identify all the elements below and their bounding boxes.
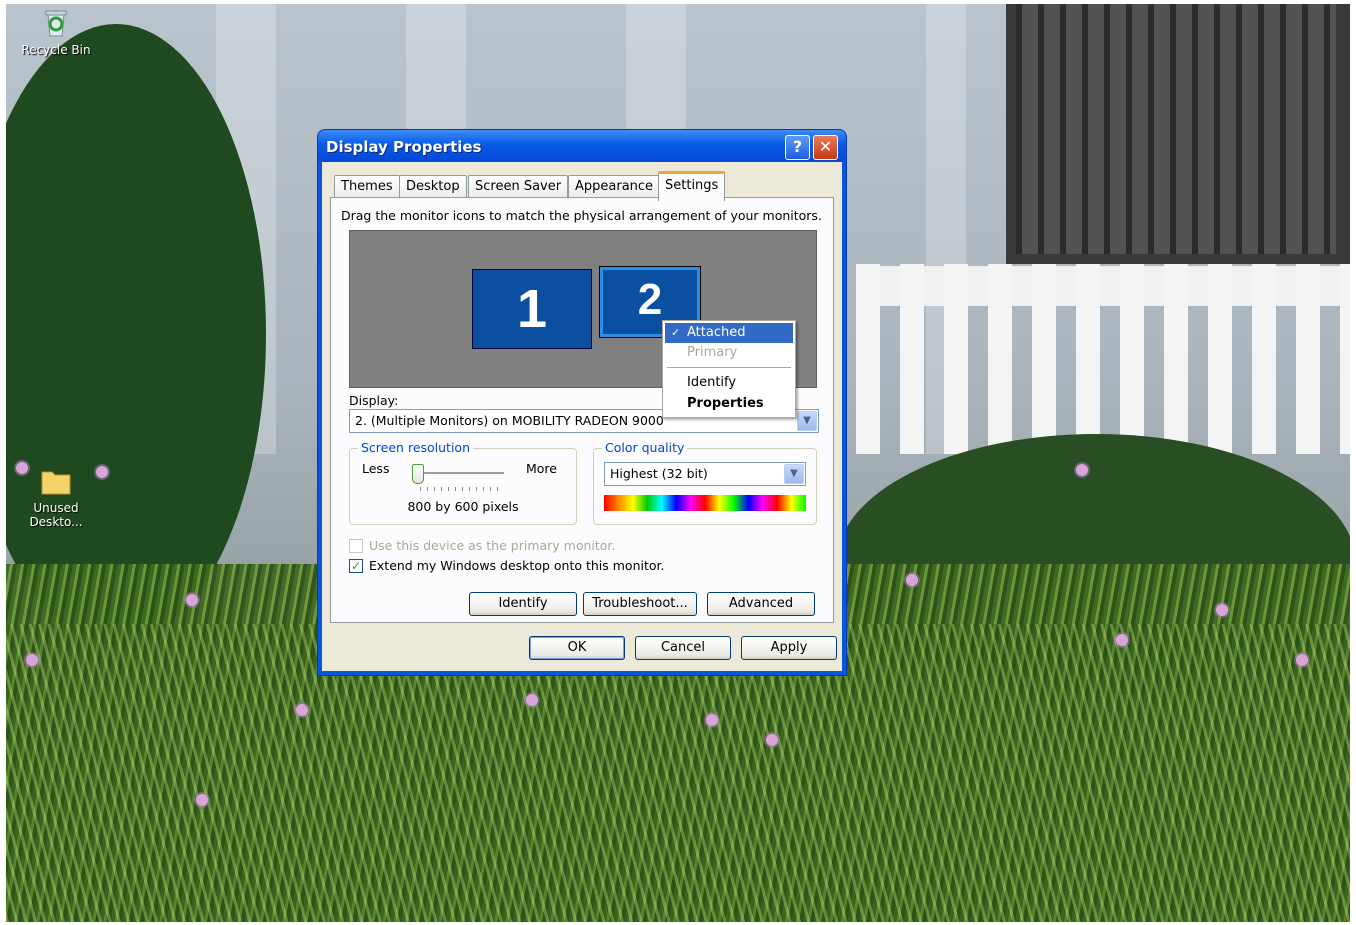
flower bbox=[766, 734, 778, 746]
monitor-1[interactable]: 1 bbox=[472, 269, 592, 349]
resolution-slider-track[interactable] bbox=[412, 472, 504, 475]
flower bbox=[1076, 464, 1088, 476]
flower bbox=[196, 794, 208, 806]
extend-desktop-label: Extend my Windows desktop onto this moni… bbox=[369, 558, 665, 573]
help-button[interactable]: ? bbox=[785, 135, 810, 160]
flower bbox=[296, 704, 308, 716]
checkmark-icon: ✓ bbox=[350, 559, 362, 573]
flower bbox=[1296, 654, 1308, 666]
desktop-icon-recycle-bin[interactable]: Recycle Bin bbox=[16, 6, 96, 57]
flower bbox=[1216, 604, 1228, 616]
flower bbox=[1116, 634, 1128, 646]
color-quality-value: Highest (32 bit) bbox=[610, 466, 708, 481]
menu-item-identify[interactable]: Identify bbox=[665, 373, 793, 393]
flower bbox=[906, 574, 918, 586]
apply-button[interactable]: Apply bbox=[741, 636, 837, 660]
advanced-button[interactable]: Advanced bbox=[707, 592, 815, 616]
monitor-context-menu: ✓ Attached Primary Identify Properties bbox=[662, 320, 796, 418]
tab-appearance[interactable]: Appearance bbox=[568, 175, 661, 198]
tab-themes[interactable]: Themes bbox=[334, 175, 400, 198]
folder-icon bbox=[16, 466, 96, 499]
troubleshoot-button[interactable]: Troubleshoot... bbox=[583, 592, 697, 616]
identify-button[interactable]: Identify bbox=[469, 592, 577, 616]
ok-button[interactable]: OK bbox=[529, 636, 625, 660]
menu-item-attached[interactable]: ✓ Attached bbox=[665, 323, 793, 343]
instruction-text: Drag the monitor icons to match the phys… bbox=[341, 208, 822, 223]
screen-resolution-group: Screen resolution Less More 800 by 600 p… bbox=[349, 440, 577, 525]
flower bbox=[26, 654, 38, 666]
chevron-down-icon[interactable]: ▼ bbox=[784, 464, 804, 484]
close-icon: ✕ bbox=[818, 137, 833, 156]
primary-monitor-checkbox[interactable] bbox=[349, 539, 363, 553]
tab-screen-saver[interactable]: Screen Saver bbox=[468, 175, 569, 198]
window-bars bbox=[1016, 4, 1336, 254]
menu-separator bbox=[667, 367, 791, 368]
display-label: Display: bbox=[349, 393, 399, 408]
color-quality-title: Color quality bbox=[602, 440, 688, 455]
color-quality-select[interactable]: Highest (32 bit) ▼ bbox=[604, 462, 806, 486]
window-title: Display Properties bbox=[326, 138, 482, 156]
flower bbox=[526, 694, 538, 706]
screen-resolution-title: Screen resolution bbox=[358, 440, 474, 455]
flower bbox=[706, 714, 718, 726]
desktop-icon-label: Unused Deskto... bbox=[29, 501, 83, 529]
cancel-button[interactable]: Cancel bbox=[635, 636, 731, 660]
primary-monitor-label: Use this device as the primary monitor. bbox=[369, 538, 616, 553]
extend-desktop-checkbox[interactable]: ✓ bbox=[349, 559, 363, 573]
flower bbox=[96, 466, 108, 478]
help-icon: ? bbox=[792, 137, 803, 156]
more-label: More bbox=[526, 461, 557, 476]
resolution-value: 800 by 600 pixels bbox=[407, 499, 519, 514]
check-icon: ✓ bbox=[671, 326, 681, 339]
resolution-slider-thumb[interactable] bbox=[412, 464, 424, 484]
less-label: Less bbox=[362, 461, 390, 476]
menu-item-label: Attached bbox=[687, 325, 746, 340]
display-select-value: 2. (Multiple Monitors) on MOBILITY RADEO… bbox=[355, 413, 664, 428]
desktop-icon-unused-shortcuts[interactable]: Unused Deskto... bbox=[16, 466, 96, 529]
menu-item-primary[interactable]: Primary bbox=[665, 343, 793, 363]
resolution-slider-ticks bbox=[420, 487, 504, 491]
color-quality-group: Color quality Highest (32 bit) ▼ bbox=[593, 440, 817, 525]
desktop-icon-label: Recycle Bin bbox=[21, 43, 91, 57]
title-bar[interactable]: Display Properties ? ✕ bbox=[318, 130, 846, 162]
menu-item-properties[interactable]: Properties bbox=[665, 394, 793, 414]
tab-desktop[interactable]: Desktop bbox=[399, 175, 467, 198]
recycle-bin-icon bbox=[16, 6, 96, 41]
porch-railing bbox=[856, 264, 1350, 454]
tab-settings[interactable]: Settings bbox=[658, 171, 726, 201]
close-button[interactable]: ✕ bbox=[813, 135, 838, 160]
flower bbox=[186, 594, 198, 606]
chevron-down-icon[interactable]: ▼ bbox=[797, 411, 817, 431]
color-spectrum-bar bbox=[604, 495, 806, 511]
